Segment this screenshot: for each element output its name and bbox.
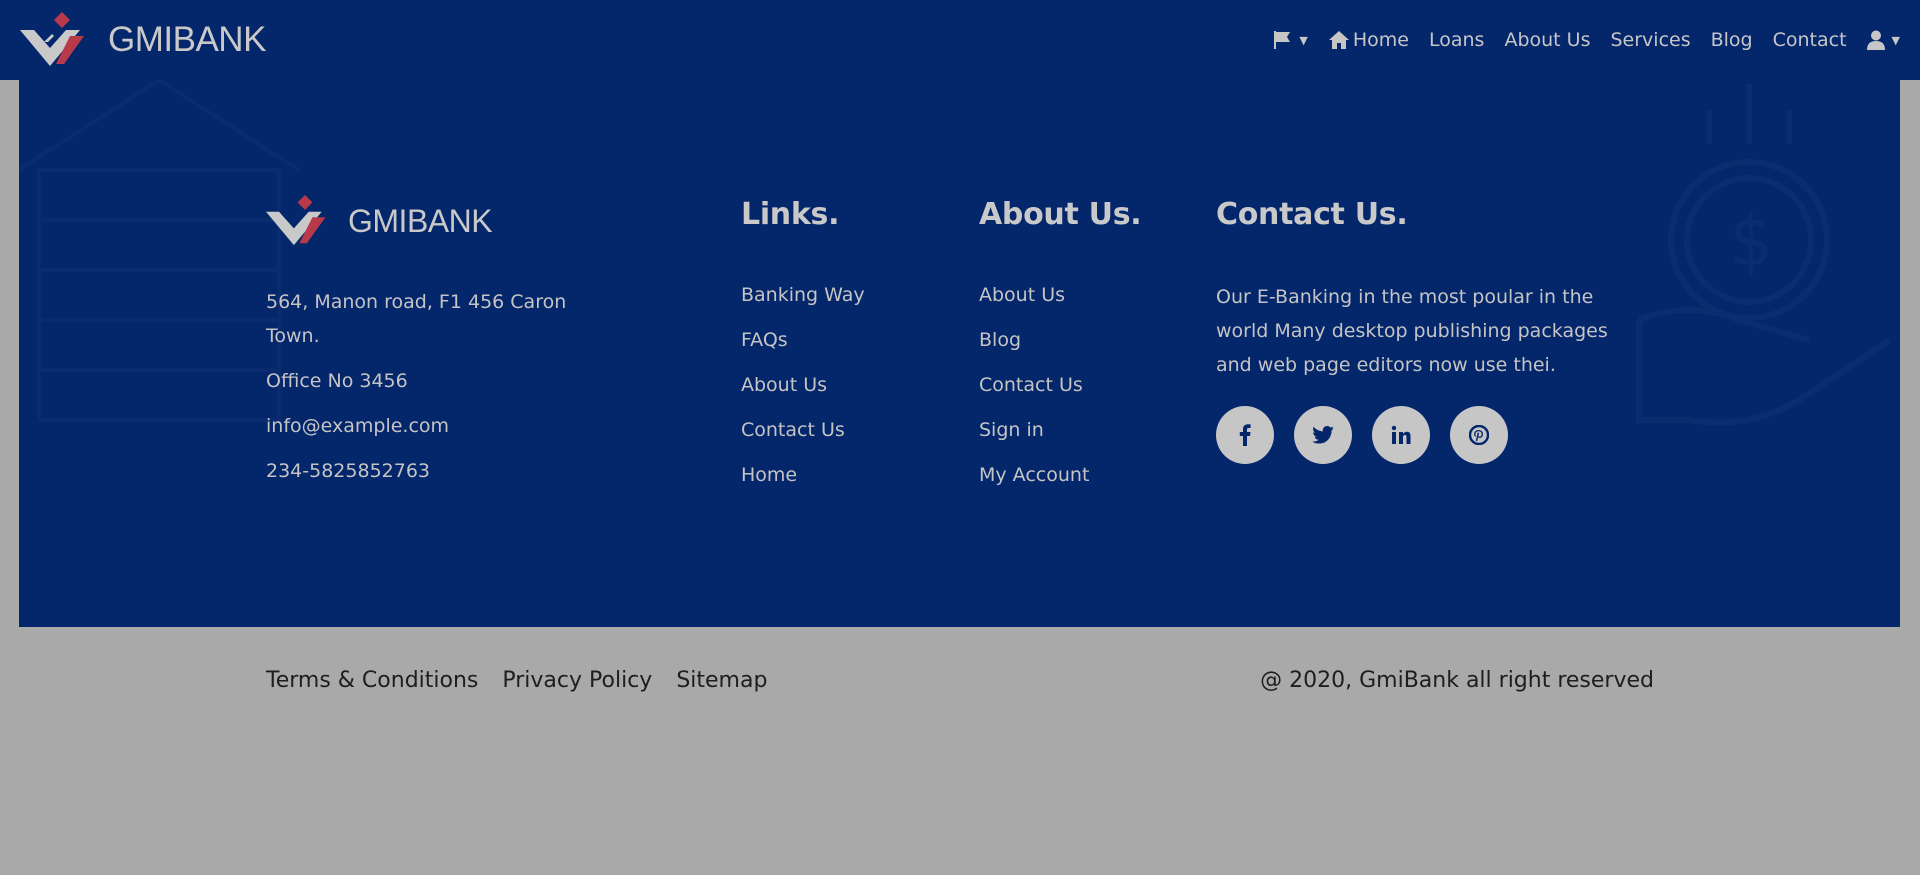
links-title: Links.	[741, 197, 840, 232]
terms-link[interactable]: Terms & Conditions	[266, 668, 478, 693]
address-email: info@example.com	[266, 415, 450, 437]
nav-loans[interactable]: Loans	[1429, 29, 1484, 51]
linkedin-icon	[1391, 425, 1411, 444]
logo-mark-icon	[20, 12, 84, 66]
nav-loans-label: Loans	[1428, 29, 1485, 51]
svg-text:$: $	[1729, 200, 1774, 282]
user-icon	[1866, 30, 1885, 50]
pinterest-icon	[1469, 425, 1489, 445]
chevron-down-icon: ▼	[1299, 33, 1308, 47]
nav-services[interactable]: Services	[1610, 29, 1690, 51]
twitter-icon	[1312, 426, 1334, 444]
footer-brand-name: GMIBANK	[348, 202, 493, 239]
footer-about-column: About Us. About Us Blog Contact Us Sign …	[979, 197, 1142, 498]
nav-contact-label: Contact	[1772, 29, 1847, 51]
flag-icon	[1274, 31, 1291, 49]
facebook-icon	[1239, 424, 1251, 446]
footer-about-link-about-us[interactable]: About Us	[979, 273, 1141, 318]
money-hand-deco-icon: $	[1636, 84, 1891, 426]
footer-contact-column: Contact Us. Our E-Banking in the most po…	[1216, 197, 1646, 464]
contact-description: Our E-Banking in the most poular in the …	[1216, 286, 1608, 376]
linkedin-button[interactable]	[1372, 406, 1430, 464]
footer-link-home[interactable]: Home	[741, 453, 865, 498]
footer-link-contact-us[interactable]: Contact Us	[741, 408, 865, 453]
footer-link-about-us[interactable]: About Us	[741, 363, 865, 408]
nav-contact[interactable]: Contact	[1773, 29, 1847, 51]
copyright-text: @ 2020, GmiBank all right reserved	[1260, 668, 1654, 693]
footer-brand-column: GMIBANK 564, Manon road, F1 456 Caron To…	[266, 195, 586, 488]
nav-about-us[interactable]: About Us	[1504, 29, 1590, 51]
footer-link-banking-way[interactable]: Banking Way	[741, 273, 865, 318]
home-icon	[1328, 31, 1349, 49]
footer-link-faqs[interactable]: FAQs	[741, 318, 865, 363]
footer-about-link-my-account[interactable]: My Account	[979, 453, 1141, 498]
nav-home-label: Home	[1352, 29, 1409, 51]
twitter-button[interactable]	[1294, 406, 1352, 464]
footer-about-link-contact-us[interactable]: Contact Us	[979, 363, 1141, 408]
brand-logo[interactable]: GMIBANK	[20, 12, 266, 68]
top-navbar: GMIBANK ▼ Home Loans About Us Services B…	[0, 0, 1920, 80]
page: GMIBANK ▼ Home Loans About Us Services B…	[0, 0, 1920, 875]
nav-blog[interactable]: Blog	[1711, 29, 1753, 51]
language-dropdown[interactable]: ▼	[1272, 30, 1308, 50]
bottom-links: Terms & Conditions Privacy Policy Sitema…	[266, 668, 767, 693]
about-title: About Us.	[979, 197, 1142, 232]
nav-links: ▼ Home Loans About Us Services Blog Cont…	[1252, 29, 1900, 51]
bottom-footer: Terms & Conditions Privacy Policy Sitema…	[266, 668, 1654, 693]
privacy-link[interactable]: Privacy Policy	[502, 668, 652, 693]
logo-mark-icon	[266, 195, 326, 246]
facebook-button[interactable]	[1216, 406, 1274, 464]
social-links	[1216, 406, 1646, 464]
chevron-down-icon: ▼	[1891, 33, 1900, 47]
pinterest-button[interactable]	[1450, 406, 1508, 464]
footer-about-link-blog[interactable]: Blog	[979, 318, 1141, 363]
brand-name: GMIBANK	[108, 20, 266, 59]
sitemap-link[interactable]: Sitemap	[676, 668, 767, 693]
nav-services-label: Services	[1610, 29, 1691, 51]
nav-blog-label: Blog	[1710, 29, 1753, 51]
footer-main: $ GMIBANK 564, Manon road, F1 456 Caron …	[19, 80, 1900, 627]
footer-about-link-sign-in[interactable]: Sign in	[979, 408, 1141, 453]
contact-title: Contact Us.	[1216, 197, 1408, 232]
address-street: 564, Manon road, F1 456 Caron Town.	[266, 291, 567, 347]
address-phone: 234-5825852763	[266, 460, 431, 482]
user-dropdown[interactable]: ▼	[1866, 30, 1900, 50]
address-office: Office No 3456	[266, 370, 408, 392]
nav-about-label: About Us	[1504, 29, 1591, 51]
footer-brand-logo[interactable]: GMIBANK	[266, 195, 586, 247]
footer-links-column: Links. Banking Way FAQs About Us Contact…	[741, 197, 865, 498]
nav-home[interactable]: Home	[1328, 29, 1409, 51]
